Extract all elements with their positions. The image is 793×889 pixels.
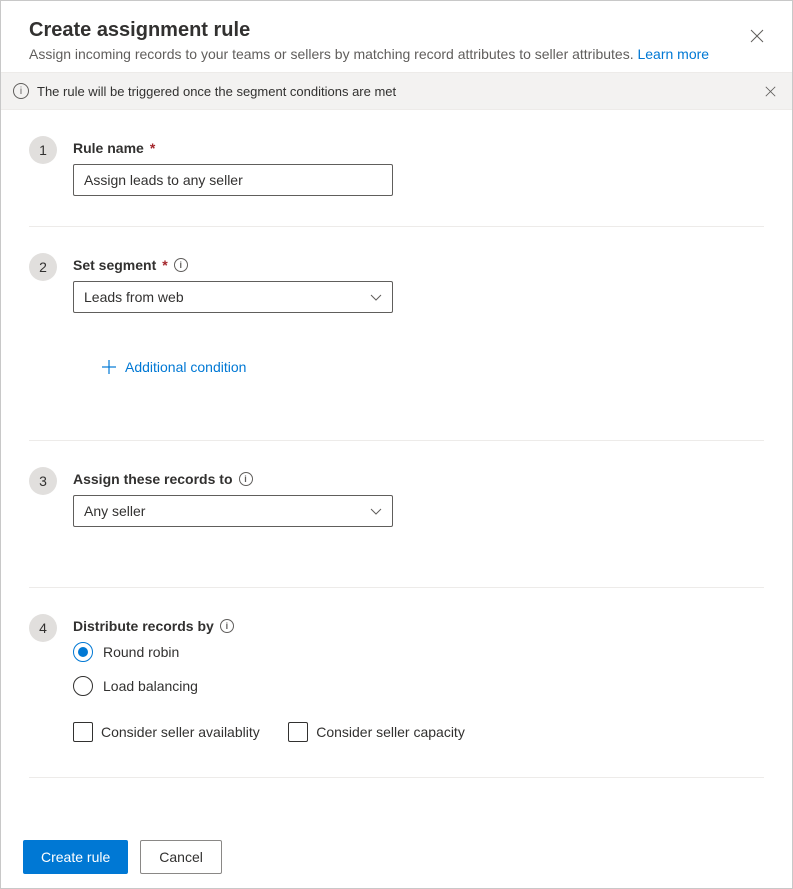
info-close-button[interactable] xyxy=(760,81,780,101)
step-number: 3 xyxy=(29,467,57,495)
close-button[interactable] xyxy=(744,23,770,49)
chevron-down-icon xyxy=(370,289,382,305)
learn-more-link[interactable]: Learn more xyxy=(637,46,709,62)
info-icon[interactable]: i xyxy=(174,258,188,272)
close-icon xyxy=(765,86,776,97)
info-banner: i The rule will be triggered once the se… xyxy=(1,72,792,110)
checkbox-row: Consider seller availablity Consider sel… xyxy=(73,710,764,747)
create-rule-button[interactable]: Create rule xyxy=(23,840,128,874)
assign-to-label: Assign these records to i xyxy=(73,471,764,487)
radio-round-robin[interactable]: Round robin xyxy=(73,642,764,662)
step-number: 2 xyxy=(29,253,57,281)
radio-icon xyxy=(73,642,93,662)
dialog-header: Create assignment rule Assign incoming r… xyxy=(1,1,792,72)
info-icon[interactable]: i xyxy=(220,619,234,633)
distribute-radio-group: Round robin Load balancing xyxy=(73,642,764,696)
checkbox-capacity[interactable]: Consider seller capacity xyxy=(288,722,465,742)
page-title: Create assignment rule xyxy=(29,19,764,42)
radio-load-balancing[interactable]: Load balancing xyxy=(73,676,764,696)
dialog-footer: Create rule Cancel xyxy=(23,840,222,874)
chevron-down-icon xyxy=(370,503,382,519)
distribute-label: Distribute records by i xyxy=(73,618,764,634)
radio-icon xyxy=(73,676,93,696)
required-indicator: * xyxy=(162,257,167,273)
info-text: The rule will be triggered once the segm… xyxy=(37,84,396,99)
section-distribute: 4 Distribute records by i Round robin Lo… xyxy=(29,588,764,778)
step-number: 4 xyxy=(29,614,57,642)
checkbox-availability[interactable]: Consider seller availablity xyxy=(73,722,260,742)
section-rule-name: 1 Rule name * xyxy=(29,110,764,227)
segment-dropdown[interactable]: Leads from web xyxy=(73,281,393,313)
rule-name-label: Rule name * xyxy=(73,140,764,156)
form-body: 1 Rule name * 2 Set segment * i Leads fr… xyxy=(1,110,792,778)
checkbox-icon xyxy=(288,722,308,742)
section-assign-to: 3 Assign these records to i Any seller xyxy=(29,441,764,588)
cancel-button[interactable]: Cancel xyxy=(140,840,222,874)
step-number: 1 xyxy=(29,136,57,164)
rule-name-input[interactable] xyxy=(73,164,393,196)
plus-icon xyxy=(101,359,117,375)
close-icon xyxy=(750,29,764,43)
section-set-segment: 2 Set segment * i Leads from web Additio… xyxy=(29,227,764,441)
required-indicator: * xyxy=(150,140,155,156)
checkbox-icon xyxy=(73,722,93,742)
additional-condition-link[interactable]: Additional condition xyxy=(101,359,246,375)
info-icon: i xyxy=(13,83,29,99)
set-segment-label: Set segment * i xyxy=(73,257,764,273)
assign-to-dropdown[interactable]: Any seller xyxy=(73,495,393,527)
info-icon[interactable]: i xyxy=(239,472,253,486)
page-subtitle: Assign incoming records to your teams or… xyxy=(29,46,764,62)
